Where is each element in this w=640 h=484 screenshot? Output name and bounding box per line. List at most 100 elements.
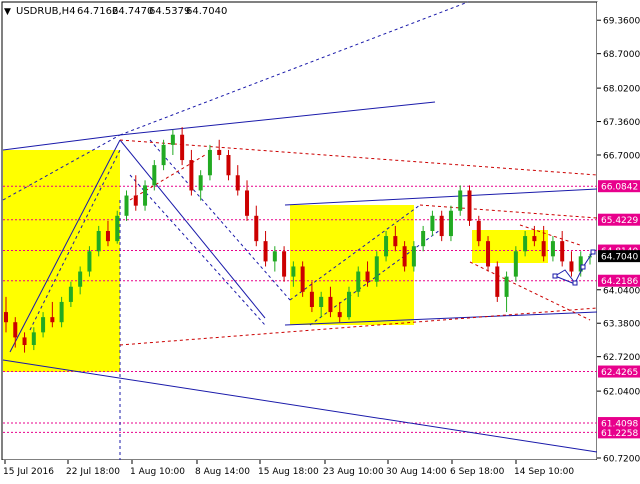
candle-body (495, 266, 500, 297)
zone-rect (3, 150, 120, 372)
candle-body (411, 246, 416, 267)
candle-body (541, 241, 546, 257)
candle-body (263, 241, 268, 262)
candle-body (356, 271, 361, 292)
zone-rect (472, 230, 548, 263)
candle-body (124, 195, 129, 216)
candle-body (152, 165, 157, 186)
candle-body (486, 241, 491, 267)
candle-body (439, 215, 444, 237)
level-label: 62.4265 (601, 368, 638, 378)
time-tick-label: 22 Jul 18:00 (66, 467, 120, 477)
candle-body (569, 261, 574, 272)
time-tick-label: 15 Jul 2016 (3, 467, 54, 477)
candle-body (22, 337, 27, 346)
candle-body (532, 236, 537, 242)
candle-body (87, 251, 92, 272)
candle-body (513, 251, 518, 277)
level-label: 65.4229 (601, 216, 638, 226)
candle-body (189, 160, 194, 191)
projection-marker (572, 280, 578, 286)
price-tick-label: 69.3600 (603, 17, 640, 27)
candle-body (384, 236, 389, 257)
candle-body (282, 251, 287, 277)
time-tick-label: 30 Aug 14:00 (386, 467, 447, 477)
candle-body (207, 149, 212, 176)
candle-body (31, 332, 36, 346)
time-tick-label: 6 Sep 18:00 (450, 467, 505, 477)
chart-header: ▼ USDRUB,H4 64.7162 64.7470 64.5379 64.7… (4, 6, 227, 17)
candle-body (374, 256, 379, 282)
candle-body (346, 291, 351, 318)
price-tick-label: 62.0400 (603, 388, 640, 398)
candle-body (365, 271, 370, 282)
symbol-label: USDRUB,H4 (16, 6, 76, 17)
candle-body (467, 190, 472, 221)
candle-body (319, 296, 324, 308)
price-tick-label: 63.3800 (603, 320, 640, 330)
level-label: 64.2186 (601, 277, 638, 287)
candle-body (523, 236, 528, 252)
level-label: 66.0842 (601, 183, 638, 193)
candle-body (59, 301, 64, 323)
candle-body (198, 175, 203, 191)
zone-rect (290, 205, 414, 325)
candle-body (560, 241, 565, 262)
candle-body (393, 236, 398, 247)
price-tick-label: 68.7000 (603, 50, 640, 60)
price-tick-label: 60.7200 (603, 455, 640, 465)
price-tick-label: 64.0400 (603, 286, 640, 296)
candle-body (421, 231, 426, 247)
price-tick-label: 67.3600 (603, 118, 640, 128)
time-tick-label: 15 Aug 18:00 (258, 467, 319, 477)
candle-body (402, 246, 407, 267)
price-tick-label: 68.0200 (603, 85, 640, 95)
candle-body (41, 317, 46, 333)
candle-body (504, 276, 509, 297)
price-tick-label: 66.7000 (603, 151, 640, 161)
low-value: 64.5379 (149, 6, 190, 17)
projection-marker (580, 264, 586, 270)
candle-body (78, 271, 83, 287)
candle-body (4, 312, 8, 323)
candle-body (476, 220, 481, 242)
level-label: 61.2258 (601, 429, 638, 439)
candle-body (13, 322, 18, 338)
candle-body (96, 231, 101, 252)
candle-body (337, 312, 342, 318)
candle-body (133, 195, 138, 206)
time-tick-label: 1 Aug 10:00 (130, 467, 185, 477)
collapse-arrow-icon[interactable]: ▼ (4, 7, 11, 17)
candle-body (68, 286, 73, 302)
candle-body (272, 251, 277, 262)
high-value: 64.7470 (112, 6, 153, 17)
chart-window[interactable]: 69.3600 68.7000 68.0200 67.3600 66.7000 64.04… (0, 0, 640, 480)
price-chart[interactable]: 69.3600 68.7000 68.0200 67.3600 66.7000 64.04… (0, 0, 640, 480)
price-axis[interactable] (597, 2, 640, 480)
candle-body (309, 291, 314, 308)
candle-body (217, 149, 222, 155)
candle-body (161, 144, 166, 166)
candle-body (105, 231, 110, 242)
candle-body (448, 210, 453, 237)
time-tick-label: 23 Aug 10:00 (323, 467, 384, 477)
candle-body (245, 190, 250, 216)
candle-body (170, 134, 175, 145)
candle-body (254, 215, 259, 242)
time-tick-label: 14 Sep 10:00 (514, 467, 574, 477)
time-tick-label: 8 Aug 14:00 (195, 467, 250, 477)
candle-body (180, 134, 185, 161)
level-label: 64.7040 (601, 253, 638, 263)
candle-body (291, 266, 296, 277)
candle-body (226, 154, 231, 176)
candle-body (550, 241, 555, 257)
candle-body (115, 215, 120, 242)
candle-body (235, 175, 240, 191)
candle-body (430, 215, 435, 231)
candle-body (300, 266, 305, 292)
projection-marker (590, 249, 596, 255)
close-value: 64.7040 (186, 6, 227, 17)
price-tick-label: 62.7200 (603, 353, 640, 363)
candle-body (328, 296, 333, 313)
projection-marker (552, 273, 558, 279)
